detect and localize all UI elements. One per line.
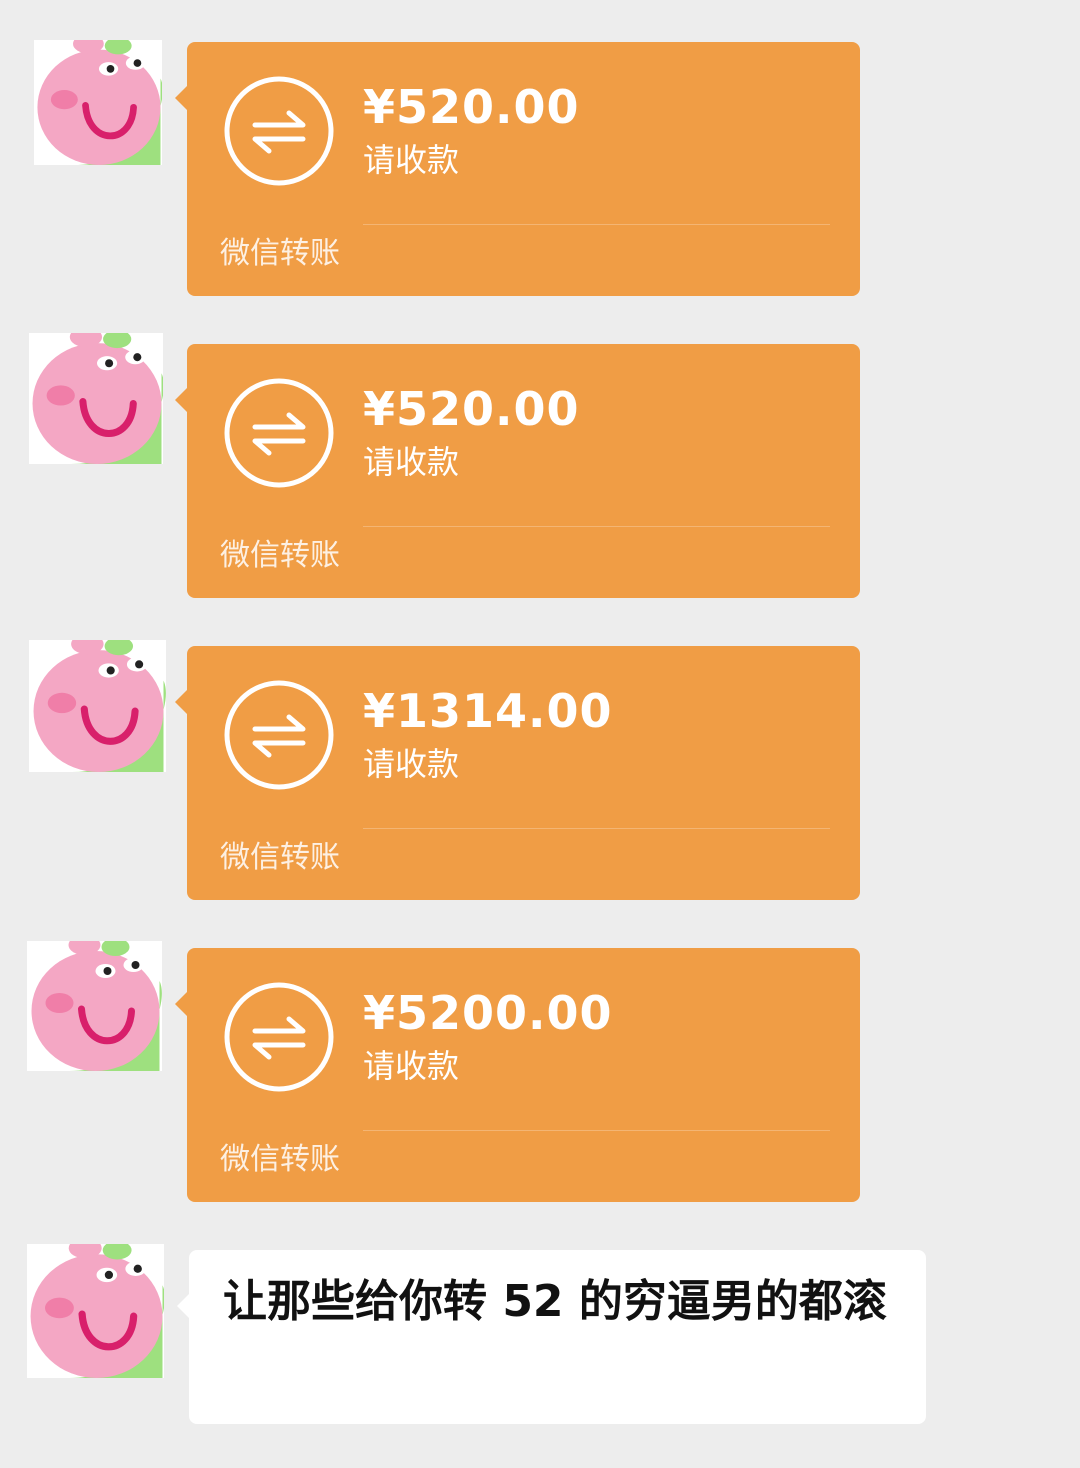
- transfer-status: 请收款: [363, 745, 460, 783]
- card-divider: [363, 224, 830, 225]
- transfer-arrows-icon: [223, 981, 335, 1093]
- peppa-pig-avatar-icon[interactable]: [29, 333, 163, 464]
- transfer-card[interactable]: ¥520.00 请收款 微信转账: [175, 42, 860, 296]
- card-divider: [363, 526, 830, 527]
- avatar-image: [31, 640, 166, 772]
- transfer-card[interactable]: ¥520.00 请收款 微信转账: [175, 344, 860, 598]
- message-text: 让那些给你转 52 的穷逼男的都滚: [223, 1276, 887, 1327]
- transfer-status: 请收款: [363, 141, 460, 179]
- text-message-bubble[interactable]: 让那些给你转 52 的穷逼男的都滚: [177, 1250, 926, 1424]
- avatar-image: [29, 941, 162, 1071]
- transfer-footer-label: 微信转账: [220, 840, 340, 875]
- peppa-pig-avatar-icon[interactable]: [34, 40, 162, 165]
- transfer-footer-label: 微信转账: [220, 1142, 340, 1177]
- transfer-status: 请收款: [363, 1047, 460, 1085]
- transfer-arrows-icon: [223, 377, 335, 489]
- transfer-arrows-icon: [223, 679, 335, 791]
- bubble-tail: [175, 86, 187, 110]
- card-divider: [363, 828, 830, 829]
- peppa-pig-avatar-icon[interactable]: [27, 1244, 164, 1378]
- transfer-card[interactable]: ¥1314.00 请收款 微信转账: [175, 646, 860, 900]
- transfer-arrows-icon: [223, 75, 335, 187]
- bubble-tail: [177, 1294, 189, 1318]
- bubble-tail: [175, 690, 187, 714]
- transfer-amount: ¥1314.00: [363, 684, 613, 738]
- transfer-amount: ¥520.00: [363, 382, 580, 436]
- bubble-tail: [175, 388, 187, 412]
- transfer-footer-label: 微信转账: [220, 538, 340, 573]
- avatar-image: [30, 333, 163, 464]
- bubble-tail: [175, 992, 187, 1016]
- card-divider: [363, 1130, 830, 1131]
- peppa-pig-avatar-icon[interactable]: [27, 941, 162, 1071]
- transfer-amount: ¥520.00: [363, 80, 580, 134]
- transfer-card[interactable]: ¥5200.00 请收款 微信转账: [175, 948, 860, 1202]
- avatar-image: [35, 40, 162, 165]
- avatar-image: [28, 1244, 164, 1378]
- transfer-status: 请收款: [363, 443, 460, 481]
- transfer-amount: ¥5200.00: [363, 986, 613, 1040]
- transfer-footer-label: 微信转账: [220, 236, 340, 271]
- peppa-pig-avatar-icon[interactable]: [29, 640, 166, 772]
